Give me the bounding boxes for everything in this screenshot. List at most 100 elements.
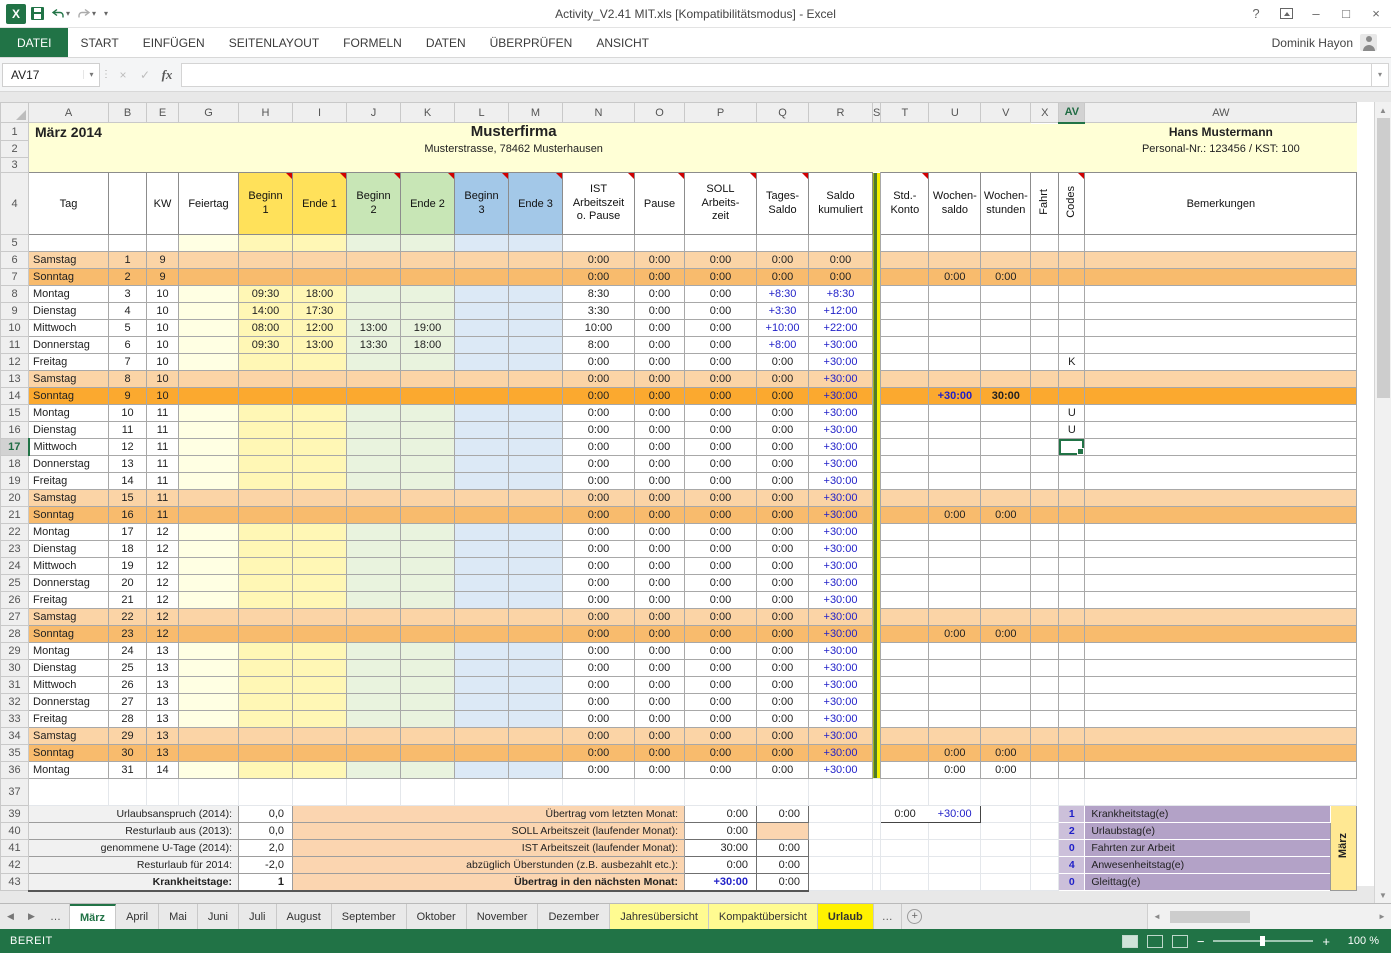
cell-Q36[interactable]: 0:00 — [757, 762, 809, 779]
col-O-header[interactable]: Pause — [635, 173, 685, 235]
cell-L34[interactable] — [455, 728, 509, 745]
cell-AV26[interactable] — [1059, 592, 1085, 609]
cell-N10[interactable]: 10:00 — [563, 320, 635, 337]
cell-U25[interactable] — [929, 575, 981, 592]
cell-K33[interactable] — [401, 711, 455, 728]
cell-L21[interactable] — [455, 507, 509, 524]
cell-G29[interactable] — [179, 643, 239, 660]
cell-E16[interactable]: 11 — [147, 422, 179, 439]
cell-O8[interactable]: 0:00 — [635, 286, 685, 303]
row-header-13[interactable]: 13 — [1, 371, 29, 388]
name-box-dropdown-icon[interactable]: ▾ — [83, 70, 99, 79]
horizontal-scrollbar-thumb[interactable] — [1170, 911, 1250, 923]
cell-J9[interactable] — [347, 303, 401, 320]
legend-label-42[interactable]: Anwesenheitstag(e) — [1085, 857, 1331, 874]
month-calc-value2-41[interactable]: 0:00 — [757, 840, 809, 857]
hidden-sheets-left[interactable]: … — [42, 904, 70, 929]
cell-AW23[interactable] — [1085, 541, 1357, 558]
cell-K36[interactable] — [401, 762, 455, 779]
cell-Q31[interactable]: 0:00 — [757, 677, 809, 694]
cell-S28[interactable] — [873, 626, 881, 643]
cell-H31[interactable] — [239, 677, 293, 694]
cell-O28[interactable]: 0:00 — [635, 626, 685, 643]
cell-L29[interactable] — [455, 643, 509, 660]
cell-U26[interactable] — [929, 592, 981, 609]
cell-I26[interactable] — [293, 592, 347, 609]
cell-R8[interactable]: +8:30 — [809, 286, 873, 303]
row-header-40[interactable]: 40 — [1, 823, 29, 840]
cell-P25[interactable]: 0:00 — [685, 575, 757, 592]
cell-R19[interactable]: +30:00 — [809, 473, 873, 490]
cell-R39[interactable] — [809, 806, 873, 823]
cell-R16[interactable]: +30:00 — [809, 422, 873, 439]
cell-O35[interactable]: 0:00 — [635, 745, 685, 762]
cell-X19[interactable] — [1031, 473, 1059, 490]
cell-AV17[interactable] — [1059, 439, 1085, 456]
cell-M21[interactable] — [509, 507, 563, 524]
row-header-9[interactable]: 9 — [1, 303, 29, 320]
cell-R34[interactable]: +30:00 — [809, 728, 873, 745]
cell-E28[interactable]: 12 — [147, 626, 179, 643]
cell-P15[interactable]: 0:00 — [685, 405, 757, 422]
cell-J23[interactable] — [347, 541, 401, 558]
cell-A15[interactable]: Montag — [29, 405, 109, 422]
cell-U13[interactable] — [929, 371, 981, 388]
cell-S12[interactable] — [873, 354, 881, 371]
cell-T27[interactable] — [881, 609, 929, 626]
cell-S16[interactable] — [873, 422, 881, 439]
cell-L37[interactable] — [455, 779, 509, 806]
cell-N12[interactable]: 0:00 — [563, 354, 635, 371]
cell-O5[interactable] — [635, 235, 685, 252]
cell-B34[interactable]: 29 — [109, 728, 147, 745]
cell-G27[interactable] — [179, 609, 239, 626]
cell-X16[interactable] — [1031, 422, 1059, 439]
cell-V30[interactable] — [981, 660, 1031, 677]
cell-S7[interactable] — [873, 269, 881, 286]
cell-J31[interactable] — [347, 677, 401, 694]
cell-H21[interactable] — [239, 507, 293, 524]
cell-O27[interactable]: 0:00 — [635, 609, 685, 626]
cell-I8[interactable]: 18:00 — [293, 286, 347, 303]
cell-H23[interactable] — [239, 541, 293, 558]
cell-B32[interactable]: 27 — [109, 694, 147, 711]
cell-T29[interactable] — [881, 643, 929, 660]
name-box[interactable]: AV17 ▾ — [2, 63, 100, 87]
cell-A2[interactable] — [29, 141, 147, 158]
cell-L23[interactable] — [455, 541, 509, 558]
column-header-S[interactable]: S — [873, 103, 881, 123]
save-button[interactable] — [29, 4, 46, 24]
zoom-slider-thumb[interactable] — [1260, 936, 1265, 946]
cell-AW5[interactable] — [1085, 235, 1357, 252]
cell-E17[interactable]: 11 — [147, 439, 179, 456]
cell-O33[interactable]: 0:00 — [635, 711, 685, 728]
cell-U31[interactable] — [929, 677, 981, 694]
cell-U27[interactable] — [929, 609, 981, 626]
ribbon-tab-start[interactable]: START — [68, 28, 130, 57]
cell-V39[interactable] — [981, 806, 1031, 823]
cell-L25[interactable] — [455, 575, 509, 592]
cell-T21[interactable] — [881, 507, 929, 524]
cell-G36[interactable] — [179, 762, 239, 779]
row-header-37[interactable]: 37 — [1, 779, 29, 806]
cell-Q34[interactable]: 0:00 — [757, 728, 809, 745]
cell-A28[interactable]: Sonntag — [29, 626, 109, 643]
cell-AV30[interactable] — [1059, 660, 1085, 677]
cell-X35[interactable] — [1031, 745, 1059, 762]
insert-function-button[interactable]: fx — [156, 63, 178, 87]
cell-A36[interactable]: Montag — [29, 762, 109, 779]
zoom-level[interactable]: 100 % — [1339, 935, 1379, 947]
cell-V13[interactable] — [981, 371, 1031, 388]
cell-B22[interactable]: 17 — [109, 524, 147, 541]
cell-E30[interactable]: 13 — [147, 660, 179, 677]
cell-X42[interactable] — [1031, 857, 1059, 874]
column-header-Q[interactable]: Q — [757, 103, 809, 123]
summary-value-39[interactable]: 0,0 — [239, 806, 293, 823]
cell-AW16[interactable] — [1085, 422, 1357, 439]
cell-N23[interactable]: 0:00 — [563, 541, 635, 558]
cell-O13[interactable]: 0:00 — [635, 371, 685, 388]
cell-G17[interactable] — [179, 439, 239, 456]
cell-R9[interactable]: +12:00 — [809, 303, 873, 320]
cell-M9[interactable] — [509, 303, 563, 320]
cell-N34[interactable]: 0:00 — [563, 728, 635, 745]
cell-H28[interactable] — [239, 626, 293, 643]
